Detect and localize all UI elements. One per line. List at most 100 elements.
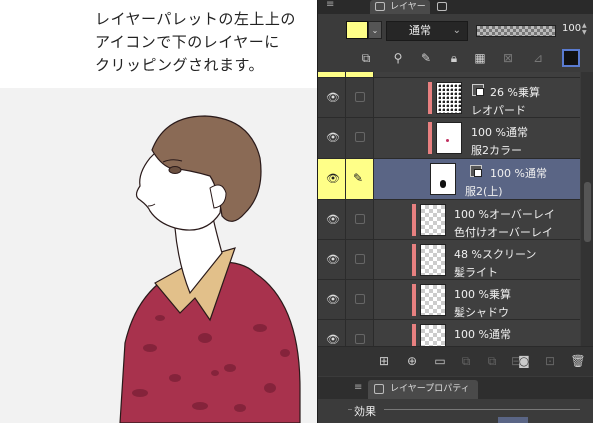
layer-search-icon <box>437 2 447 11</box>
layer-thumbnail <box>420 204 446 236</box>
blend-mode-select[interactable]: 通常 ⌄ <box>386 21 468 41</box>
layer-property-tab-bar: ≡ レイヤープロパティ <box>318 377 593 399</box>
layer-row[interactable]: 👁︎ 100 %通常 服2カラー <box>318 118 580 159</box>
raster-layer-icon <box>470 165 482 177</box>
clipping-indicator <box>428 122 432 154</box>
eye-icon[interactable]: 👁︎ <box>326 91 340 104</box>
layer-thumbnail <box>420 324 446 346</box>
layer-row-selected[interactable]: 👁︎ ✎ 100 %通常 服2(上) <box>318 159 580 200</box>
pen-icon[interactable]: ✎ <box>353 171 363 185</box>
swatch-dropdown-chevron-icon[interactable]: ⌄ <box>368 21 382 39</box>
layer-thumbnail <box>420 244 446 276</box>
layer-row[interactable]: 👁︎ 26 %乗算 レオパード <box>318 78 580 118</box>
clip-to-layer-below-icon[interactable]: ⧉ <box>358 50 374 66</box>
layer-name: 髪シャドウ <box>454 306 509 319</box>
reference-layer-icon[interactable]: ⚲ <box>390 50 406 66</box>
lock-checkbox[interactable] <box>355 254 365 264</box>
lock-checkbox[interactable] <box>355 92 365 102</box>
apply-mask-icon[interactable]: ⊡ <box>542 353 558 369</box>
layers-icon <box>374 384 384 394</box>
layer-panel: ≡ レイヤー ⌄ 通常 ⌄ 100 ▲ ▼ ⧉ ⚲ ✎ 🔒︎ ▦ ⊠ ⊿ 👁︎ … <box>317 0 593 423</box>
character-drawing <box>119 115 301 423</box>
layer-row[interactable]: 👁︎ 48 %スクリーン 髪ライト <box>318 240 580 280</box>
new-vector-layer-icon[interactable]: ⊕ <box>404 353 420 369</box>
layer-color-box[interactable] <box>562 49 580 67</box>
clipping-indicator <box>428 82 432 114</box>
divider <box>384 409 580 410</box>
eye-icon[interactable]: 👁︎ <box>326 213 340 226</box>
lock-icon[interactable]: 🔒︎ <box>446 50 462 66</box>
lock-checkbox[interactable] <box>355 294 365 304</box>
property-menu-icon[interactable]: ≡ <box>354 382 362 393</box>
layer-list-scrollbar[interactable] <box>581 72 593 346</box>
clipping-indicator <box>412 324 416 346</box>
lock-column <box>346 72 374 77</box>
eye-icon[interactable]: 👁︎ <box>326 172 340 185</box>
scrollbar-thumb[interactable] <box>584 182 591 242</box>
layer-name: 服2カラー <box>471 144 522 157</box>
new-raster-layer-icon[interactable]: ⊞ <box>376 353 392 369</box>
layer-name: 色付けオーバーレイ <box>454 226 553 239</box>
combine-layer-icon[interactable]: ⧉ <box>484 353 500 369</box>
layer-mode: 100 %オーバーレイ <box>454 208 555 221</box>
blend-mode-value: 通常 <box>409 24 431 37</box>
trash-icon[interactable]: 🗑︎ <box>570 353 586 369</box>
opacity-spinner-icon[interactable]: ▲ ▼ <box>582 22 587 36</box>
eye-icon[interactable]: 👁︎ <box>326 131 340 144</box>
blend-toolbar: ⌄ 通常 ⌄ 100 ▲ ▼ <box>318 14 593 46</box>
eye-icon[interactable]: 👁︎ <box>326 253 340 266</box>
layer-list: 👁︎ 26 %乗算 レオパード 👁︎ 100 %通常 服2カラー 👁︎ ✎ 10… <box>318 72 580 346</box>
layer-mode: 48 %スクリーン <box>454 248 537 261</box>
new-folder-icon[interactable]: ▭ <box>432 353 448 369</box>
divider <box>348 409 352 410</box>
clipping-indicator <box>412 204 416 236</box>
caption-line-1: レイヤーパレットの左上上の <box>95 10 296 28</box>
layer-action-bar: ⊞ ⊕ ▭ ⧉ ⧉ ⊟ ◙ ⊡ 🗑︎ <box>318 346 593 376</box>
chevron-down-icon: ⌄ <box>452 25 461 36</box>
layer-thumbnail <box>436 82 462 114</box>
character-illustration <box>0 88 317 423</box>
create-mask-icon[interactable]: ◙ <box>516 353 532 369</box>
layer-options-toolbar: ⧉ ⚲ ✎ 🔒︎ ▦ ⊠ ⊿ <box>318 46 593 72</box>
lock-transparency-icon[interactable]: ▦ <box>472 50 488 66</box>
eye-icon[interactable]: 👁︎ <box>326 333 340 346</box>
clipping-indicator <box>412 244 416 276</box>
clipping-indicator <box>412 284 416 316</box>
tab-layer-property[interactable]: レイヤープロパティ <box>368 380 478 399</box>
layer-mode: 100 %通常 <box>490 167 547 180</box>
effect-button[interactable] <box>498 417 528 423</box>
lock-checkbox[interactable] <box>355 334 365 344</box>
layer-row[interactable]: 👁︎ 100 %オーバーレイ 色付けオーバーレイ <box>318 200 580 240</box>
lock-checkbox[interactable] <box>355 214 365 224</box>
panel-tab-bar: ≡ レイヤー <box>318 0 593 14</box>
transfer-to-lower-layer-icon[interactable]: ⧉ <box>458 353 474 369</box>
eye-icon[interactable]: 👁︎ <box>326 293 340 306</box>
layer-name: レオパード <box>471 104 526 117</box>
layer-thumbnail <box>436 122 462 154</box>
eye-column <box>318 72 346 77</box>
layer-mode: 100 %乗算 <box>454 288 511 301</box>
mask-enable-icon[interactable]: ⊠ <box>500 50 516 66</box>
ruler-visibility-icon[interactable]: ⊿ <box>530 50 546 66</box>
tab-layer-search[interactable] <box>432 0 462 14</box>
layer-name: 服2(上) <box>465 185 503 198</box>
opacity-slider[interactable] <box>476 25 556 37</box>
caption-area: レイヤーパレットの左上上の アイコンで下のレイヤーに クリッピングされます。 <box>0 0 317 88</box>
layer-thumbnail <box>420 284 446 316</box>
layers-icon <box>375 2 385 11</box>
layer-row[interactable]: 👁︎ 100 %通常 <box>318 320 580 346</box>
layer-mode: 26 %乗算 <box>490 86 540 99</box>
layer-mode: 100 %通常 <box>454 328 511 341</box>
tab-layer[interactable]: レイヤー <box>370 0 430 14</box>
layer-color-swatch[interactable] <box>346 21 368 39</box>
draft-layer-icon[interactable]: ✎ <box>418 50 434 66</box>
layer-row[interactable]: 👁︎ 100 %乗算 髪シャドウ <box>318 280 580 320</box>
layer-name: 髪ライト <box>454 266 498 279</box>
layer-thumbnail <box>430 163 456 195</box>
opacity-value: 100 <box>562 23 582 34</box>
tab-layer-label: レイヤー <box>390 2 426 12</box>
tab-layer-property-label: レイヤープロパティ <box>390 384 470 394</box>
raster-layer-icon <box>472 84 484 96</box>
panel-menu-icon[interactable]: ≡ <box>326 0 334 10</box>
lock-checkbox[interactable] <box>355 132 365 142</box>
